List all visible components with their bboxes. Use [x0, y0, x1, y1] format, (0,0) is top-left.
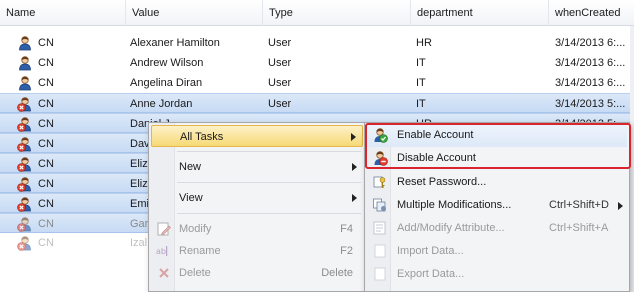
menu-item-label: Multiple Modifications... [397, 199, 512, 211]
user-icon [19, 76, 31, 91]
cn-cell: CN [38, 138, 54, 150]
type-cell: User [268, 37, 292, 49]
menu-item-reset-password[interactable]: Reset Password... [367, 171, 627, 194]
type-cell: User [268, 98, 292, 110]
menu-item-label: Import Data... [397, 245, 464, 257]
attribute-icon [373, 221, 386, 235]
menu-item-label: All Tasks [180, 131, 224, 143]
shortcut-label: Ctrl+Shift+D [549, 199, 609, 211]
type-cell: User [268, 57, 292, 69]
department-cell: IT [416, 77, 426, 89]
submenu-arrow-icon [618, 202, 623, 210]
menu-item-multiple-modifications[interactable]: Multiple Modifications... Ctrl+Shift+D [367, 194, 627, 217]
menu-item-export-data[interactable]: Export Data... [367, 263, 627, 286]
table-row[interactable]: CN Angelina Diran User IT 3/14/2013 6:..… [0, 73, 634, 93]
key-icon [373, 176, 386, 188]
column-header: Name Value Type department whenCreated [0, 0, 634, 26]
menu-separator [177, 213, 361, 214]
when-created-cell: 3/14/2013 6:... [555, 77, 626, 89]
modify-icon [157, 222, 171, 236]
disabled-user-icon [17, 157, 31, 172]
cn-cell: CN [38, 37, 54, 49]
shortcut-label: Delete [321, 267, 353, 279]
department-cell: IT [416, 98, 426, 110]
column-name[interactable]: Name [0, 0, 126, 26]
disabled-user-icon [17, 236, 31, 251]
value-cell: Anne Jordan [130, 98, 193, 110]
cn-cell: CN [38, 237, 54, 249]
column-type[interactable]: Type [263, 0, 411, 26]
shortcut-label: F4 [340, 223, 353, 235]
disabled-user-icon [17, 137, 31, 152]
menu-item-rename[interactable]: ab Rename F2 [151, 240, 363, 262]
department-cell: IT [416, 57, 426, 69]
menu-item-delete[interactable]: Delete Delete [151, 262, 363, 284]
when-created-cell: 3/14/2013 5:... [555, 98, 626, 110]
menu-item-modify[interactable]: Modify F4 [151, 218, 363, 240]
callout-highlight-box [365, 123, 631, 169]
user-icon [19, 36, 31, 51]
table-row[interactable]: CN Andrew Wilson User IT 3/14/2013 6:... [0, 53, 634, 73]
column-value[interactable]: Value [126, 0, 263, 26]
disabled-user-icon [17, 177, 31, 192]
when-created-cell: 3/14/2013 6:... [555, 37, 626, 49]
submenu-arrow-icon [352, 194, 357, 202]
cn-cell: CN [38, 77, 54, 89]
value-cell: Angelina Diran [130, 77, 203, 89]
menu-item-all-tasks[interactable]: All Tasks [151, 125, 363, 147]
cn-cell: CN [38, 218, 54, 230]
menu-item-add-modify-attribute[interactable]: Add/Modify Attribute... Ctrl+Shift+A [367, 217, 627, 240]
menu-item-label: Rename [179, 245, 221, 257]
menu-separator [177, 151, 361, 152]
export-icon [374, 267, 386, 281]
submenu-arrow-icon [352, 163, 357, 171]
cn-cell: CN [38, 118, 54, 130]
cn-cell: CN [38, 98, 54, 110]
disabled-user-icon [17, 217, 31, 232]
menu-item-label: View [179, 192, 203, 204]
shortcut-label: Ctrl+Shift+A [549, 222, 609, 234]
menu-item-label: New [179, 161, 202, 173]
when-created-cell: 3/14/2013 6:... [555, 57, 626, 69]
shortcut-label: F2 [340, 245, 353, 257]
disabled-user-icon [17, 97, 31, 112]
column-department[interactable]: department [411, 0, 549, 26]
menu-item-label: Reset Password... [397, 176, 487, 188]
menu-item-label: Add/Modify Attribute... [397, 222, 505, 234]
department-cell: HR [416, 37, 432, 49]
disabled-user-icon [17, 117, 31, 132]
menu-item-new[interactable]: New [151, 156, 363, 178]
cn-cell: CN [38, 158, 54, 170]
column-when-created[interactable]: whenCreated [549, 0, 634, 26]
delete-icon [159, 268, 169, 278]
menu-separator [177, 182, 361, 183]
submenu-arrow-icon [351, 133, 356, 141]
multiple-modifications-icon [373, 198, 386, 212]
table-row[interactable]: CN Alexaner Hamilton User HR 3/14/2013 6… [0, 33, 634, 53]
menu-item-label: Export Data... [397, 268, 465, 280]
value-cell: Andrew Wilson [130, 57, 204, 69]
context-menu: All Tasks New View Modify F4 ab Rename F… [148, 122, 366, 292]
menu-item-label: Delete [179, 267, 211, 279]
cn-cell: CN [38, 57, 54, 69]
cn-cell: CN [38, 198, 54, 210]
type-cell: User [268, 77, 292, 89]
svg-text:ab: ab [156, 247, 166, 256]
menu-item-view[interactable]: View [151, 187, 363, 209]
table-row-selected[interactable]: CN Anne Jordan User IT 3/14/2013 5:... [0, 93, 634, 113]
disabled-user-icon [17, 197, 31, 212]
rename-icon: ab [156, 246, 168, 256]
menu-item-import-data[interactable]: Import Data... [367, 240, 627, 263]
value-cell: Alexaner Hamilton [130, 37, 220, 49]
user-icon [19, 56, 31, 71]
cn-cell: CN [38, 178, 54, 190]
import-icon [374, 244, 386, 258]
menu-item-label: Modify [179, 223, 212, 235]
